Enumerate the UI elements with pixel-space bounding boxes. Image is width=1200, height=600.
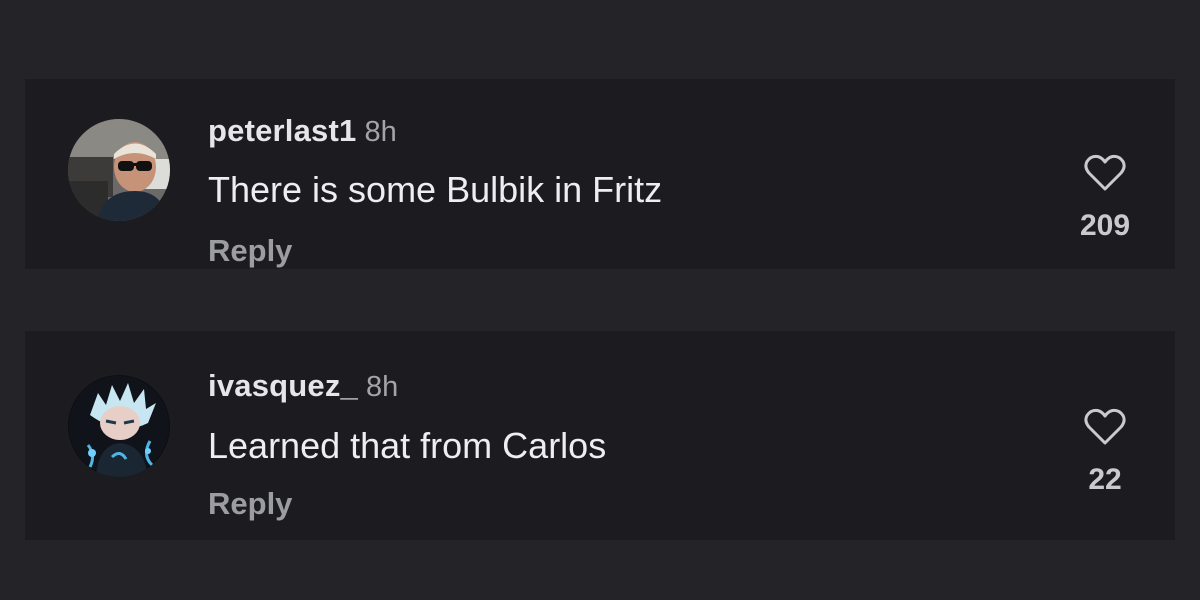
username[interactable]: peterlast1 — [208, 113, 356, 148]
comment-meta: ivasquez_ 8h — [208, 368, 398, 404]
person-sunglasses-photo-icon — [68, 119, 170, 221]
timestamp: 8h — [366, 371, 399, 403]
avatar[interactable] — [68, 375, 170, 477]
like-count: 209 — [1079, 209, 1131, 242]
comment-meta: peterlast1 8h — [208, 113, 397, 149]
reply-button[interactable]: Reply — [208, 233, 292, 269]
username[interactable]: ivasquez_ — [208, 368, 358, 403]
like-count: 22 — [1088, 463, 1122, 496]
heart-icon — [1084, 408, 1126, 445]
comment-text: Learned that from Carlos — [208, 425, 607, 466]
comment-card: ivasquez_ 8h Learned that from Carlos Rep… — [25, 331, 1175, 540]
reply-button[interactable]: Reply — [208, 486, 292, 522]
anime-character-glow-icon — [68, 375, 170, 477]
avatar[interactable] — [68, 119, 170, 221]
heart-icon — [1084, 154, 1126, 191]
like-button[interactable]: 209 — [1065, 153, 1145, 243]
comment-text: There is some Bulbik in Fritz — [208, 169, 663, 210]
comment-card: peterlast1 8h There is some Bulbik in Fri… — [25, 79, 1175, 269]
like-button[interactable]: 22 — [1065, 407, 1145, 497]
timestamp: 8h — [364, 116, 397, 148]
